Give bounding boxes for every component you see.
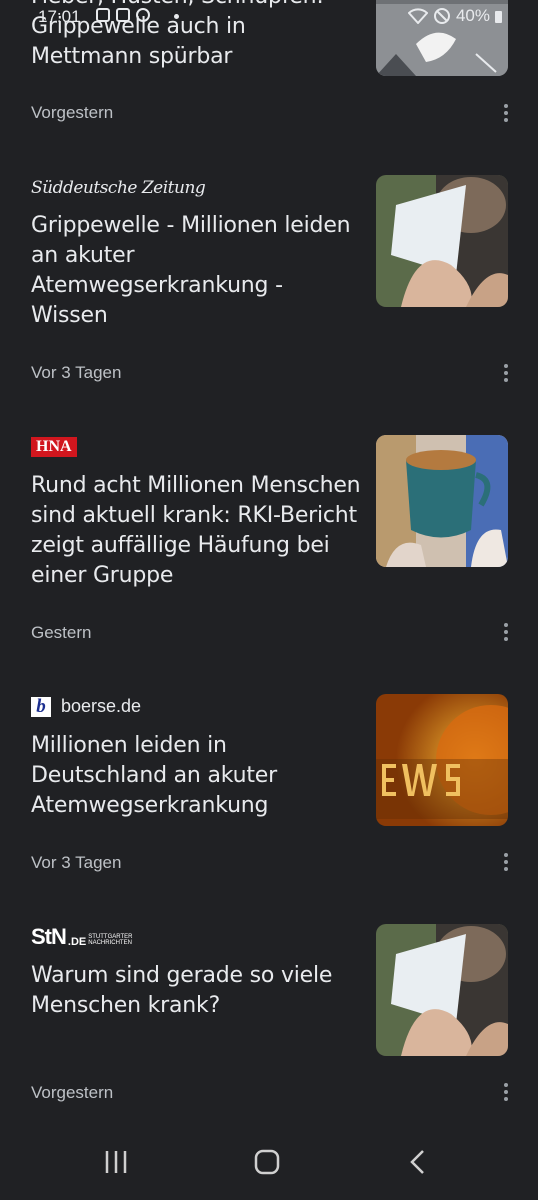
battery-percent: 40%: [455, 6, 490, 25]
more-vert-icon[interactable]: [498, 1077, 514, 1107]
status-bar: 17:01 40%: [0, 0, 538, 34]
home-icon[interactable]: [254, 1149, 280, 1175]
source-logo-boerse: b: [31, 696, 51, 717]
gallery-notification-icon: [96, 8, 110, 22]
article-source: Süddeutsche Zeitung: [31, 178, 206, 198]
article-time: Vorgestern: [31, 1083, 114, 1102]
article-time: Vorgestern: [31, 103, 114, 122]
article-time: Vor 3 Tagen: [31, 363, 122, 382]
system-navigation-bar: [0, 1125, 538, 1200]
article-thumbnail[interactable]: [376, 175, 508, 307]
source-logo-hna: HNA: [31, 437, 77, 457]
article-time: Vor 3 Tagen: [31, 853, 122, 872]
article-title[interactable]: Rund acht Millionen Menschen sind aktuel…: [31, 471, 361, 591]
do-not-disturb-icon: [433, 8, 450, 24]
more-vert-icon[interactable]: [498, 358, 514, 388]
article-source: b boerse.de: [31, 696, 141, 717]
article-title[interactable]: Grippewelle - Millionen leiden an akuter…: [31, 211, 361, 331]
article-thumbnail[interactable]: [376, 435, 508, 567]
article-source: StN .DE STUTTGARTER NACHRICHTEN: [31, 924, 133, 949]
back-icon[interactable]: [408, 1149, 428, 1175]
source-logo-sueddeutsche: Süddeutsche Zeitung: [31, 178, 206, 198]
source-logo-stn: StN .DE STUTTGARTER NACHRICHTEN: [31, 924, 133, 949]
article-time: Gestern: [31, 623, 92, 642]
article-thumbnail[interactable]: [376, 924, 508, 1056]
source-name: boerse.de: [61, 696, 142, 716]
more-vert-icon[interactable]: [498, 847, 514, 877]
article-title[interactable]: Millionen leiden in Deutschland an akute…: [31, 731, 361, 821]
article-source: HNA: [31, 437, 77, 457]
mastodon-notification-icon: [116, 8, 130, 22]
more-vert-icon[interactable]: [498, 98, 514, 128]
recents-icon[interactable]: [104, 1149, 128, 1175]
battery-icon: [495, 11, 502, 23]
more-notifications-dot-icon: [174, 14, 179, 19]
notification-icons: [96, 8, 150, 22]
article-title[interactable]: Warum sind gerade so viele Menschen kran…: [31, 961, 361, 1021]
more-vert-icon[interactable]: [498, 617, 514, 647]
wifi-icon: [407, 8, 428, 24]
article-thumbnail[interactable]: [376, 694, 508, 826]
sync-notification-icon: [136, 8, 150, 22]
status-time: 17:01: [38, 7, 81, 26]
